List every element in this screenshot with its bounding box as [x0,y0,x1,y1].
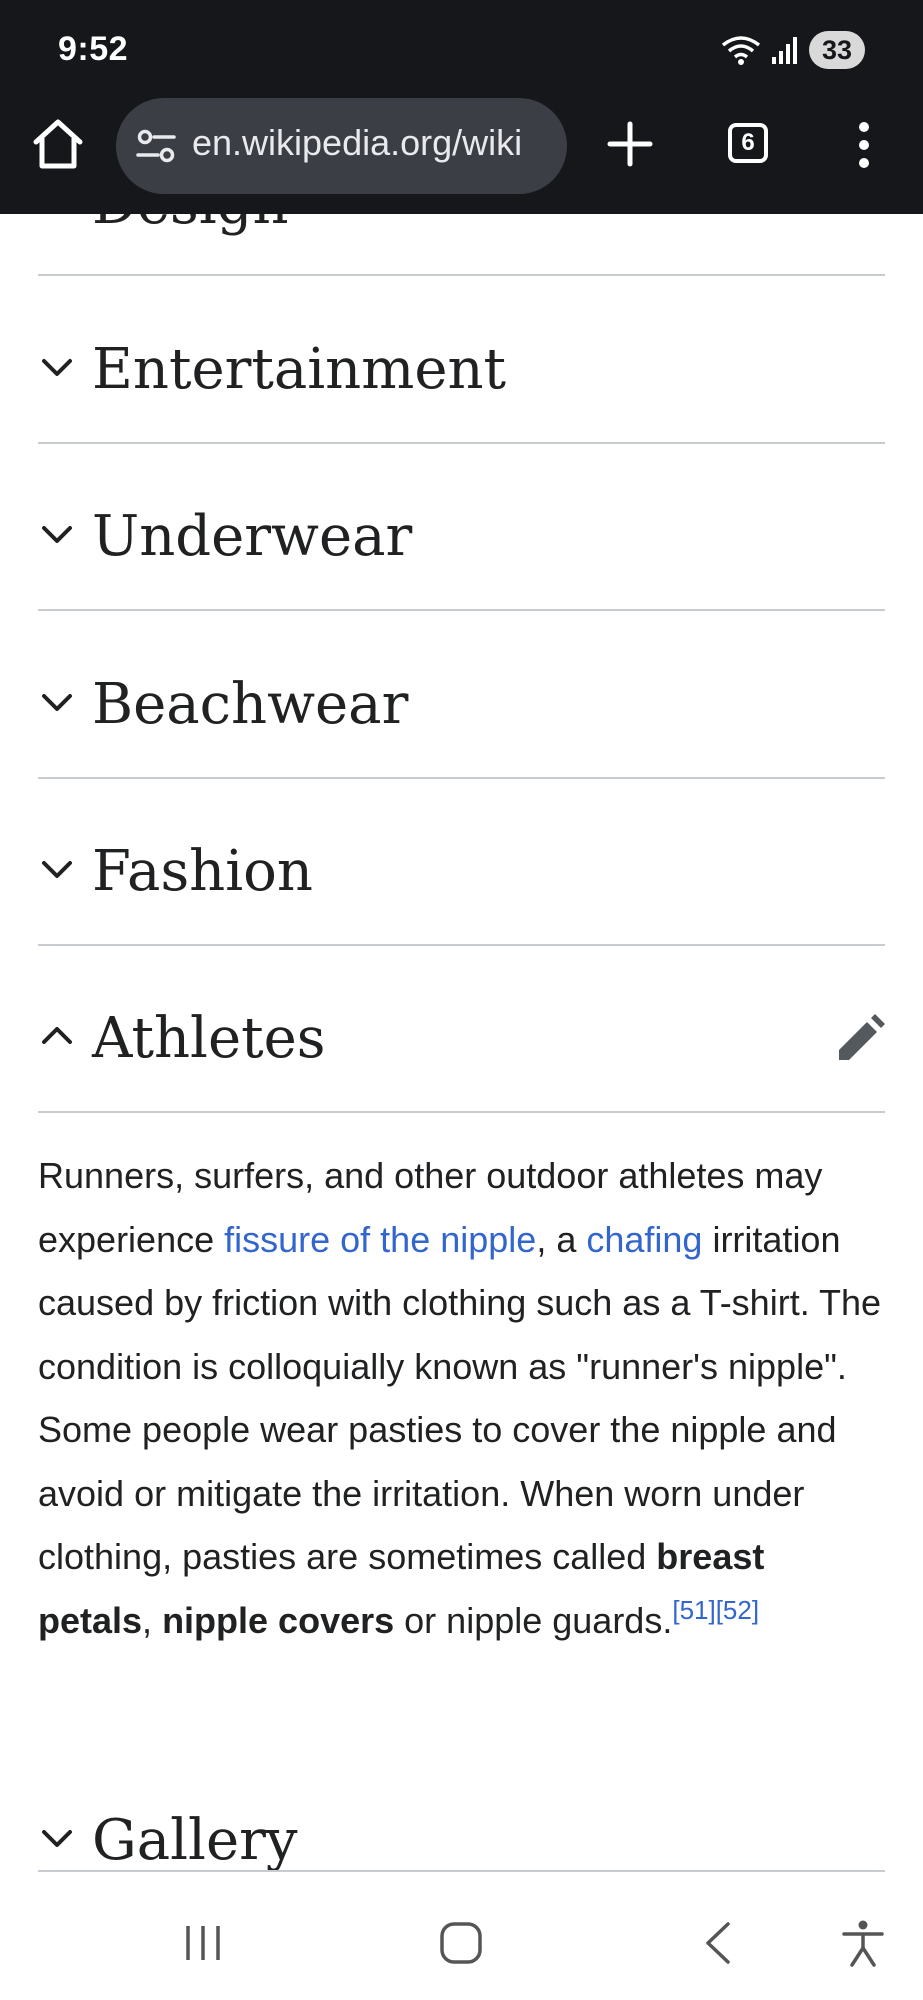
edit-pencil-icon[interactable] [835,1014,885,1064]
plus-icon[interactable] [604,118,656,170]
section-divider [38,442,885,444]
section-fashion[interactable]: Fashion [38,829,885,915]
section-title: Fashion [92,839,313,904]
status-time: 9:52 [58,30,129,68]
home-nav-icon[interactable] [436,1918,486,1968]
status-icons: 33 [721,30,865,70]
section-divider [38,1111,885,1113]
tabs-icon[interactable]: 6 [728,123,768,163]
section-title: Athletes [92,1006,326,1071]
chevron-down-icon [42,1830,72,1847]
section-beachwear[interactable]: Beachwear [38,662,885,748]
system-nav-bar [0,1884,923,2000]
article-content: Design Entertainment Underwear Beachwear… [0,214,923,1884]
section-athletes[interactable]: Athletes [38,996,885,1082]
chevron-down-icon [42,861,72,878]
section-divider [38,777,885,779]
accessibility-icon[interactable] [838,1918,888,1968]
chevron-down-icon [42,694,72,711]
paragraph-text: , a [536,1218,587,1260]
chevron-down-icon [42,359,72,376]
section-divider [38,274,885,276]
more-vert-icon[interactable] [846,120,882,170]
section-divider [38,609,885,611]
site-settings-icon[interactable] [136,128,176,164]
url-text: en.wikipedia.org/wiki [192,122,523,163]
section-heading-partial[interactable]: Design [92,214,289,237]
athletes-paragraph: Runners, surfers, and other outdoor athl… [38,1144,888,1652]
reference-links[interactable]: [51][52] [672,1595,759,1625]
signal-icon [772,37,797,64]
bold-term: nipple covers [162,1599,395,1641]
paragraph-text: irritation caused by friction with cloth… [38,1218,882,1578]
wifi-icon [721,36,761,65]
url-bar[interactable]: en.wikipedia.org/wiki [116,98,567,194]
recent-apps-icon[interactable] [178,1918,228,1968]
battery-icon: 33 [809,31,865,69]
chevron-down-icon [42,526,72,543]
paragraph-text: or nipple guards. [394,1599,673,1641]
section-title: Entertainment [92,337,507,402]
chevron-up-icon [42,1027,72,1044]
paragraph-text: , [142,1599,163,1641]
home-icon[interactable] [30,116,86,172]
link-chafing[interactable]: chafing [586,1219,702,1260]
section-divider [38,944,885,946]
section-underwear[interactable]: Underwear [38,494,885,580]
section-entertainment[interactable]: Entertainment [38,327,885,413]
section-title: Beachwear [92,672,409,737]
back-icon[interactable] [694,1918,744,1968]
link-fissure-of-the-nipple[interactable]: fissure of the nipple [224,1219,536,1260]
section-title: Underwear [92,504,413,569]
browser-toolbar: 9:52 33 en.wikipedia.org/wiki 6 [0,0,923,214]
section-divider [38,1870,885,1872]
